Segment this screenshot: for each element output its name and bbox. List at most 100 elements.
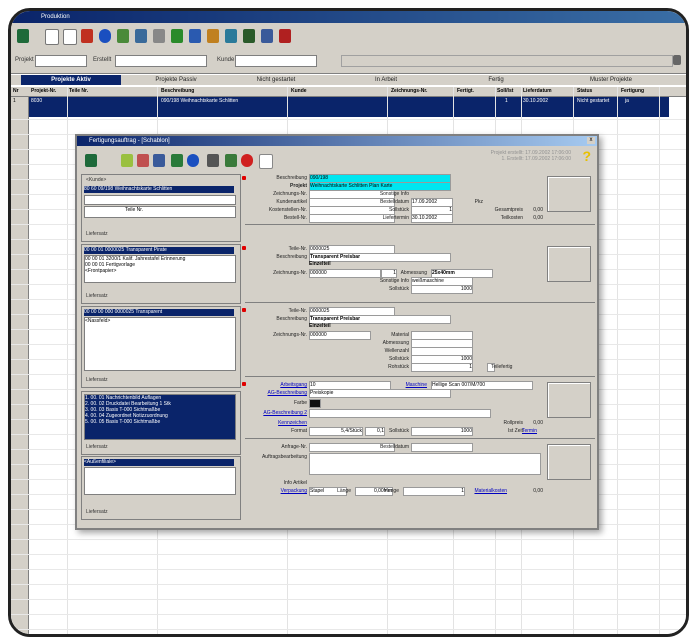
erstellt-field[interactable] (115, 55, 207, 67)
zeichnung2-field[interactable]: 000000 (309, 269, 381, 278)
print-icon[interactable] (153, 29, 165, 43)
bestelldatum2-field[interactable] (411, 443, 473, 452)
sollstueck2-field[interactable]: 1000 (411, 285, 473, 294)
image-button[interactable] (547, 176, 591, 212)
list-item[interactable]: 5. 00. 05 Basis T-000 Sichtmaßbe (85, 419, 235, 425)
tab-muster-projekte[interactable]: Muster Projekte (556, 75, 666, 85)
project-selected-item[interactable]: 80 60 09/198 Weihnachtskarte Schlitten (84, 186, 234, 193)
tab-fertig[interactable]: Fertig (451, 75, 541, 85)
tab-projekte-passiv[interactable]: Projekte Passiv (131, 75, 221, 85)
projekt-field[interactable] (35, 55, 87, 67)
lieferung-selected-item[interactable]: <Außenfiliale> (84, 459, 234, 466)
check-icon[interactable] (121, 154, 133, 167)
col-kunde[interactable]: Kunde (291, 88, 307, 94)
info-icon[interactable] (99, 29, 111, 43)
list-item[interactable]: <Frontpapier> (85, 268, 235, 274)
sonstige-label: Sonstige Info (379, 191, 409, 197)
anfrage-label: Anfrage-Nr. (281, 444, 307, 450)
help-icon[interactable]: ? (582, 148, 591, 164)
termin-link[interactable]: Termin (497, 428, 537, 434)
material-list[interactable]: <Nassfeld> (84, 317, 236, 371)
lieferart-label[interactable]: Verpackung (247, 488, 307, 494)
document-icon[interactable] (189, 29, 201, 43)
tab-nicht-gestartet[interactable]: Nicht gestartet (231, 75, 321, 85)
blank-icon[interactable] (63, 29, 77, 45)
print-icon[interactable] (259, 154, 273, 169)
farbe-swatch[interactable] (309, 399, 321, 408)
new-icon[interactable] (45, 29, 59, 45)
rohstueck-field[interactable]: 1 (411, 363, 473, 372)
col-teile-nr[interactable]: Teile Nr. (69, 88, 88, 94)
people-alt-icon[interactable] (135, 29, 147, 43)
rollpreis-value: 0,00 (533, 420, 543, 426)
image-button[interactable] (547, 246, 591, 282)
image-button[interactable] (547, 382, 591, 418)
exit-icon[interactable] (17, 29, 29, 43)
maschine-label[interactable]: Maschine (387, 382, 427, 388)
image-button[interactable] (547, 444, 591, 480)
edit-icon[interactable] (225, 29, 237, 43)
gesamtpreis-label: Gesamtpreis (494, 207, 523, 213)
list-icon[interactable] (243, 29, 255, 43)
sollstueck4-label: Sollstück (388, 428, 409, 434)
copy-icon[interactable] (207, 154, 219, 167)
person-icon[interactable] (279, 29, 291, 43)
dialog-close-button[interactable]: x (587, 137, 595, 144)
edit-icon[interactable] (153, 154, 165, 167)
col-lieferdatum[interactable]: Lieferdatum (523, 88, 552, 94)
ag-beschreibung2-label[interactable]: AG-Beschreibung 2 (247, 410, 307, 416)
col-projekt-nr[interactable]: Projekt-Nr. (31, 88, 56, 94)
kennzeichen-label[interactable]: Kennzeichen (247, 420, 307, 426)
tab-in-arbeit[interactable]: In Arbeit (341, 75, 431, 85)
arbeitsgang-list[interactable]: 1. 00. 01 Nachrichtenbild Auflagen 2. 00… (84, 394, 236, 440)
kunde-panel: <Kunde> 80 60 09/198 Weihnachtskarte Sch… (81, 174, 241, 242)
people-icon[interactable] (117, 29, 129, 43)
sollstueck-label: Sollstück (388, 207, 409, 213)
col-zeichnungs-nr[interactable]: Zeichnungs-Nr. (391, 88, 427, 94)
info-icon[interactable] (187, 154, 199, 167)
lange-label: Länge (337, 488, 351, 494)
lock-icon[interactable] (261, 29, 273, 43)
teile-list[interactable]: 00 00 01 3200/1 Kalif. Jahrestafel Erinn… (84, 255, 236, 283)
ag-beschreibung2-field[interactable] (309, 409, 491, 418)
lieferung-list[interactable] (84, 467, 236, 495)
undo-icon[interactable] (137, 154, 149, 167)
main-toolbar (11, 23, 686, 52)
filter-icon[interactable] (673, 55, 681, 65)
delete-icon[interactable] (81, 29, 93, 43)
col-fertigung[interactable]: Fertigung (621, 88, 644, 94)
tools-icon[interactable] (225, 154, 237, 167)
status-tabs: Projekte Aktiv Projekte Passiv Nicht ges… (11, 75, 686, 85)
tab-projekte-aktiv[interactable]: Projekte Aktiv (21, 75, 121, 85)
kunde-field[interactable] (235, 55, 317, 67)
filter-bar: Projekt Erstellt Kunde (11, 51, 686, 74)
materialkosten-value: 0,00 (533, 488, 543, 494)
menge-label: Menge (383, 488, 399, 494)
tree-icon[interactable] (207, 29, 219, 43)
col-fertigt[interactable]: Fertigt. (457, 88, 474, 94)
materialkosten-label[interactable]: Materialkosten (447, 488, 507, 494)
exit-icon[interactable] (85, 154, 97, 167)
project-field[interactable] (84, 195, 236, 205)
ag-beschreibung-field[interactable]: Preiskopie (309, 389, 451, 398)
material-selected-item[interactable]: 00 00 00 000 0000025 Transparent (84, 309, 234, 316)
teile-selected-item[interactable]: 00 00 01 0000025 Transparent Pirate (84, 247, 234, 254)
col-beschreibung[interactable]: Beschreibung (161, 88, 194, 94)
list-item[interactable]: <Nassfeld> (85, 318, 235, 324)
ag-beschreibung-label[interactable]: AG-Beschreibung (247, 390, 307, 396)
auftragsbearbeitung-field[interactable] (309, 453, 541, 475)
sollstueck2-label: Sollstück (388, 286, 409, 292)
alert-icon[interactable] (241, 154, 253, 167)
abmessung3-label: Abmessung (382, 340, 409, 346)
kunde-label: Kunde (217, 57, 235, 63)
col-soll-ist[interactable]: Soll/Ist (497, 88, 513, 94)
col-status[interactable]: Status (577, 88, 592, 94)
col-nr[interactable]: Nr (13, 88, 19, 94)
liefertermin-field[interactable]: 30.10.2002 (411, 214, 453, 223)
projekt-label: Projekt (290, 183, 307, 189)
arbeitsgang-label[interactable]: Arbeitsgang (247, 382, 307, 388)
chart-icon[interactable] (171, 29, 183, 43)
dialog-title: Fertigungsauftrag - [Schablon] (89, 138, 170, 144)
teile-nr-box[interactable]: Teile Nr. (84, 206, 236, 218)
list-icon[interactable] (171, 154, 183, 167)
